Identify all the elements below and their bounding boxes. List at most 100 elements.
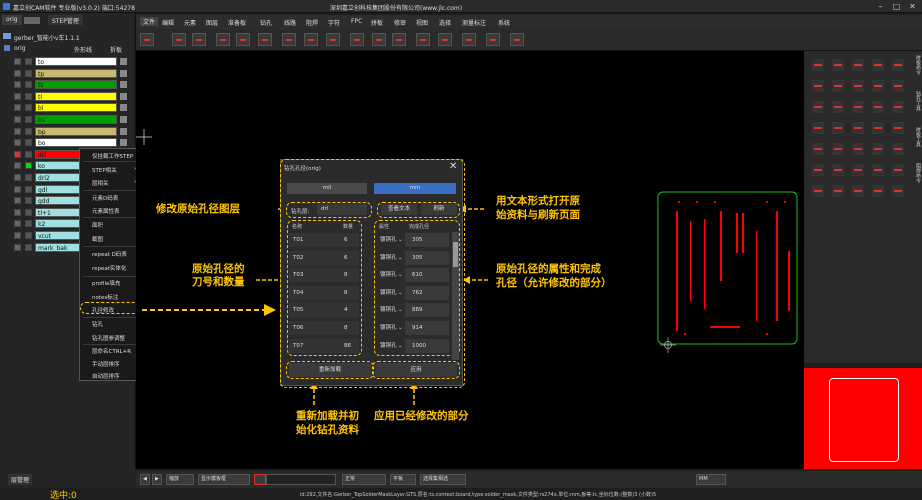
- menu-item[interactable]: 文件: [140, 17, 159, 26]
- layer-name[interactable]: bl: [35, 103, 117, 113]
- close-icon[interactable]: ✕: [908, 2, 917, 11]
- tool-icon[interactable]: [832, 59, 844, 71]
- toolbar-icon[interactable]: [236, 33, 250, 46]
- toolbar-icon[interactable]: [216, 33, 230, 46]
- tool-icon[interactable]: [832, 80, 844, 92]
- tool-icon[interactable]: [812, 143, 824, 155]
- tab-step-manage[interactable]: STEP管理: [48, 15, 83, 25]
- layer-select-checkbox[interactable]: [25, 232, 32, 239]
- context-menu-item[interactable]: profile填充: [92, 279, 120, 287]
- layer-visible-checkbox[interactable]: [14, 139, 21, 147]
- chevron-down-icon[interactable]: ⌄: [398, 268, 403, 282]
- context-menu-item[interactable]: STEP相关: [92, 166, 117, 174]
- tab-orig[interactable]: orig: [2, 15, 22, 25]
- layer-row[interactable]: tp: [0, 68, 136, 79]
- toolbar-icon[interactable]: [392, 33, 406, 46]
- layer-select-checkbox[interactable]: [25, 116, 32, 123]
- layer-select-checkbox[interactable]: [25, 127, 32, 135]
- context-menu-item[interactable]: 元素属性表: [92, 207, 120, 215]
- tool-icon[interactable]: [852, 101, 864, 113]
- tool-icon[interactable]: [852, 164, 864, 176]
- tool-icon[interactable]: [872, 164, 884, 176]
- tool-icon[interactable]: [892, 101, 904, 113]
- right-vertical-tab[interactable]: 阻焊命令: [910, 163, 922, 183]
- menu-item[interactable]: 测量标注: [462, 18, 486, 27]
- tool-icon[interactable]: [812, 59, 824, 71]
- close-icon[interactable]: ✕: [449, 161, 457, 172]
- minimize-icon[interactable]: –: [876, 2, 885, 11]
- layer-visible-checkbox[interactable]: [14, 174, 21, 181]
- context-menu-item[interactable]: 截图: [92, 235, 103, 243]
- tool-icon[interactable]: [872, 59, 884, 71]
- finish-size-input[interactable]: 305: [405, 250, 449, 265]
- finish-size-input[interactable]: 914: [405, 321, 449, 335]
- layer-color-icon[interactable]: [120, 58, 127, 65]
- context-menu-item[interactable]: 钻孔图参调整: [92, 334, 125, 342]
- toolbar-icon[interactable]: [192, 33, 206, 46]
- toolbar-icon[interactable]: [372, 33, 386, 46]
- layer-row[interactable]: bs: [0, 114, 136, 125]
- tool-icon[interactable]: [872, 185, 884, 197]
- menu-item[interactable]: 准备板: [228, 18, 246, 27]
- layer-select-checkbox[interactable]: [25, 104, 32, 112]
- menu-item[interactable]: 元素: [184, 18, 196, 27]
- context-menu-item[interactable]: 自动层排序: [92, 372, 120, 380]
- normal-select[interactable]: 正常: [342, 474, 386, 485]
- menu-item[interactable]: 系统: [498, 18, 510, 27]
- tool-icon[interactable]: [892, 59, 904, 71]
- drill-layer-select[interactable]: drl: [317, 204, 367, 215]
- tool-icon[interactable]: [852, 59, 864, 71]
- tool-icon[interactable]: [872, 101, 884, 113]
- layer-select-checkbox[interactable]: [25, 220, 32, 228]
- tool-icon[interactable]: [852, 143, 864, 155]
- layer-visible-checkbox[interactable]: [14, 208, 21, 216]
- context-menu-item[interactable]: 手动层排序: [92, 360, 120, 368]
- toolbar-icon[interactable]: [350, 33, 364, 46]
- right-vertical-tab[interactable]: 钻孔工具: [910, 91, 922, 111]
- toolbar-icon[interactable]: [326, 33, 340, 46]
- layer-select-checkbox[interactable]: [25, 197, 32, 205]
- layer-visible-checkbox[interactable]: [14, 197, 21, 205]
- layer-visible-checkbox[interactable]: [14, 127, 21, 135]
- menu-item[interactable]: 图层: [206, 18, 218, 27]
- chevron-down-icon[interactable]: ⌄: [398, 286, 403, 300]
- tool-icon[interactable]: [892, 80, 904, 92]
- finish-size-input[interactable]: 610: [405, 268, 449, 283]
- command-input[interactable]: [266, 474, 336, 485]
- menu-item[interactable]: 编辑: [162, 18, 174, 27]
- layer-color-icon[interactable]: [120, 92, 127, 100]
- bend-label[interactable]: 折板: [110, 45, 122, 54]
- tool-icon[interactable]: [852, 80, 864, 92]
- toolbar-icon[interactable]: [438, 33, 452, 46]
- layer-name[interactable]: ts: [35, 80, 117, 90]
- chevron-down-icon[interactable]: ⌄: [398, 233, 403, 247]
- layer-row[interactable]: tl: [0, 91, 136, 102]
- chevron-down-icon[interactable]: ⌄: [398, 339, 403, 353]
- outline-label[interactable]: 外形线: [74, 45, 92, 54]
- context-menu-item[interactable]: 层命名CTRL+R: [92, 347, 131, 355]
- layer-visible-checkbox[interactable]: [14, 185, 21, 193]
- layer-visible-checkbox[interactable]: [14, 104, 21, 112]
- layer-color-icon[interactable]: [120, 116, 127, 123]
- chevron-down-icon[interactable]: ⌄: [398, 321, 403, 335]
- context-menu-item[interactable]: repeat D码表: [92, 250, 127, 258]
- tool-icon[interactable]: [872, 122, 884, 134]
- layer-row[interactable]: ts: [0, 79, 136, 90]
- finish-size-input[interactable]: 762: [405, 285, 449, 300]
- reload-button[interactable]: 重新加载: [289, 363, 371, 377]
- layer-select-checkbox[interactable]: [25, 162, 32, 170]
- layer-select-checkbox[interactable]: [25, 69, 32, 77]
- toolbar-icon[interactable]: [510, 33, 524, 46]
- menu-item[interactable]: 选择: [439, 18, 451, 27]
- layer-row[interactable]: to: [0, 56, 136, 67]
- toolbar-icon[interactable]: [140, 33, 154, 46]
- menu-item[interactable]: 阻焊: [306, 18, 318, 27]
- layer-select-checkbox[interactable]: [25, 139, 32, 147]
- toolbar-icon[interactable]: [282, 33, 296, 46]
- panel-select-button[interactable]: 平板: [390, 474, 416, 485]
- tool-icon[interactable]: [872, 80, 884, 92]
- layer-row[interactable]: bl: [0, 102, 136, 113]
- layer-visible-checkbox[interactable]: [14, 162, 21, 170]
- layer-row[interactable]: bo: [0, 137, 136, 148]
- refresh-button[interactable]: 刷新: [421, 204, 457, 215]
